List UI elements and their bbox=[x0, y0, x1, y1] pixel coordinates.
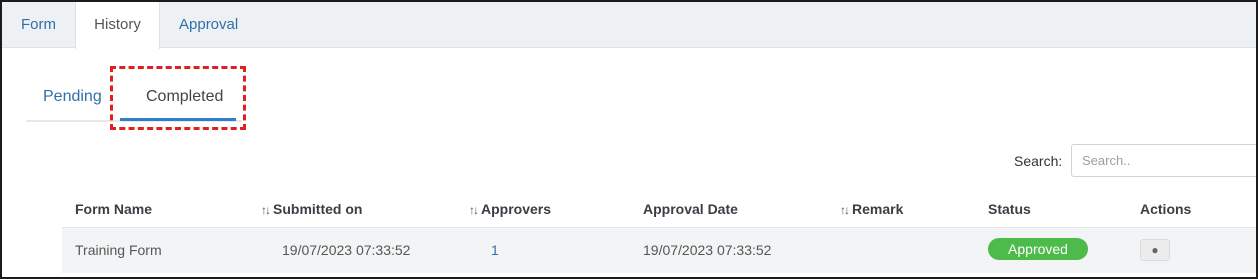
column-header-label: Remark bbox=[852, 201, 904, 217]
sort-icon[interactable]: ↑↓ bbox=[261, 203, 271, 217]
tab-history[interactable]: History bbox=[75, 2, 160, 49]
cell-approvers-link[interactable]: 1 bbox=[491, 242, 499, 258]
view-button[interactable]: ● bbox=[1140, 239, 1170, 261]
cell-approval-date: 19/07/2023 07:33:52 bbox=[643, 242, 772, 258]
column-header-status[interactable]: Status bbox=[988, 201, 1031, 217]
active-subtab-indicator bbox=[120, 118, 236, 121]
column-header-approval-date[interactable]: Approval Date bbox=[643, 201, 738, 217]
eye-icon: ● bbox=[1151, 243, 1159, 257]
sort-icon[interactable]: ↑↓ bbox=[469, 203, 479, 217]
search-label: Search: bbox=[1014, 153, 1063, 169]
cell-submitted-on: 19/07/2023 07:33:52 bbox=[282, 242, 411, 258]
search-input[interactable] bbox=[1071, 144, 1256, 177]
column-header-label: Approvers bbox=[481, 201, 552, 217]
history-panel: Form History Approval Pending Completed … bbox=[0, 0, 1258, 279]
column-header-remark[interactable]: ↑↓ Remark bbox=[840, 201, 903, 217]
column-header-label: Submitted on bbox=[273, 201, 363, 217]
top-tab-bar: Form History Approval bbox=[2, 2, 1256, 49]
column-header-approvers[interactable]: ↑↓ Approvers bbox=[469, 201, 551, 217]
sub-tab-bar: Pending Completed bbox=[26, 82, 242, 122]
sort-icon[interactable]: ↑↓ bbox=[840, 203, 850, 217]
column-header-actions: Actions bbox=[1140, 201, 1192, 217]
subtab-pending[interactable]: Pending bbox=[43, 88, 102, 106]
cell-form-name: Training Form bbox=[75, 242, 162, 258]
tab-approval[interactable]: Approval bbox=[179, 2, 238, 48]
tab-form[interactable]: Form bbox=[21, 2, 56, 48]
column-header-form-name[interactable]: Form Name bbox=[75, 201, 152, 217]
status-badge: Approved bbox=[988, 238, 1088, 260]
subtab-completed[interactable]: Completed bbox=[146, 88, 223, 106]
column-header-submitted-on[interactable]: ↑↓ Submitted on bbox=[261, 201, 362, 217]
